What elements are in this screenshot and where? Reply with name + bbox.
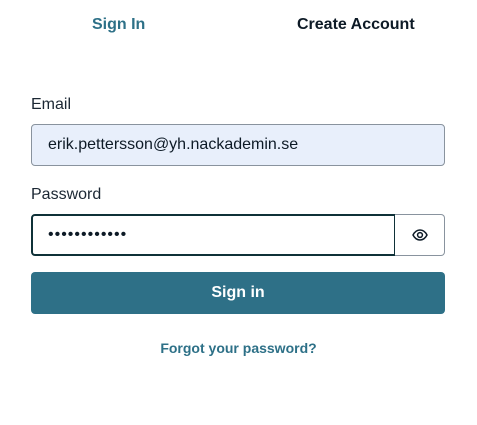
forgot-password-link[interactable]: Forgot your password? bbox=[160, 340, 316, 356]
password-field[interactable] bbox=[31, 214, 396, 256]
forgot-password-row: Forgot your password? bbox=[0, 339, 477, 357]
tab-create-account[interactable]: Create Account bbox=[297, 14, 415, 38]
eye-icon bbox=[411, 227, 428, 243]
password-label: Password bbox=[31, 186, 102, 203]
show-password-button[interactable] bbox=[395, 214, 445, 256]
tab-sign-in[interactable]: Sign In bbox=[92, 14, 145, 38]
sign-in-page: Sign In Create Account Email Password Si… bbox=[0, 0, 477, 425]
email-field[interactable] bbox=[31, 124, 445, 166]
email-label: Email bbox=[31, 96, 72, 113]
auth-tabs: Sign In Create Account bbox=[0, 0, 477, 50]
sign-in-button[interactable]: Sign in bbox=[31, 272, 445, 314]
